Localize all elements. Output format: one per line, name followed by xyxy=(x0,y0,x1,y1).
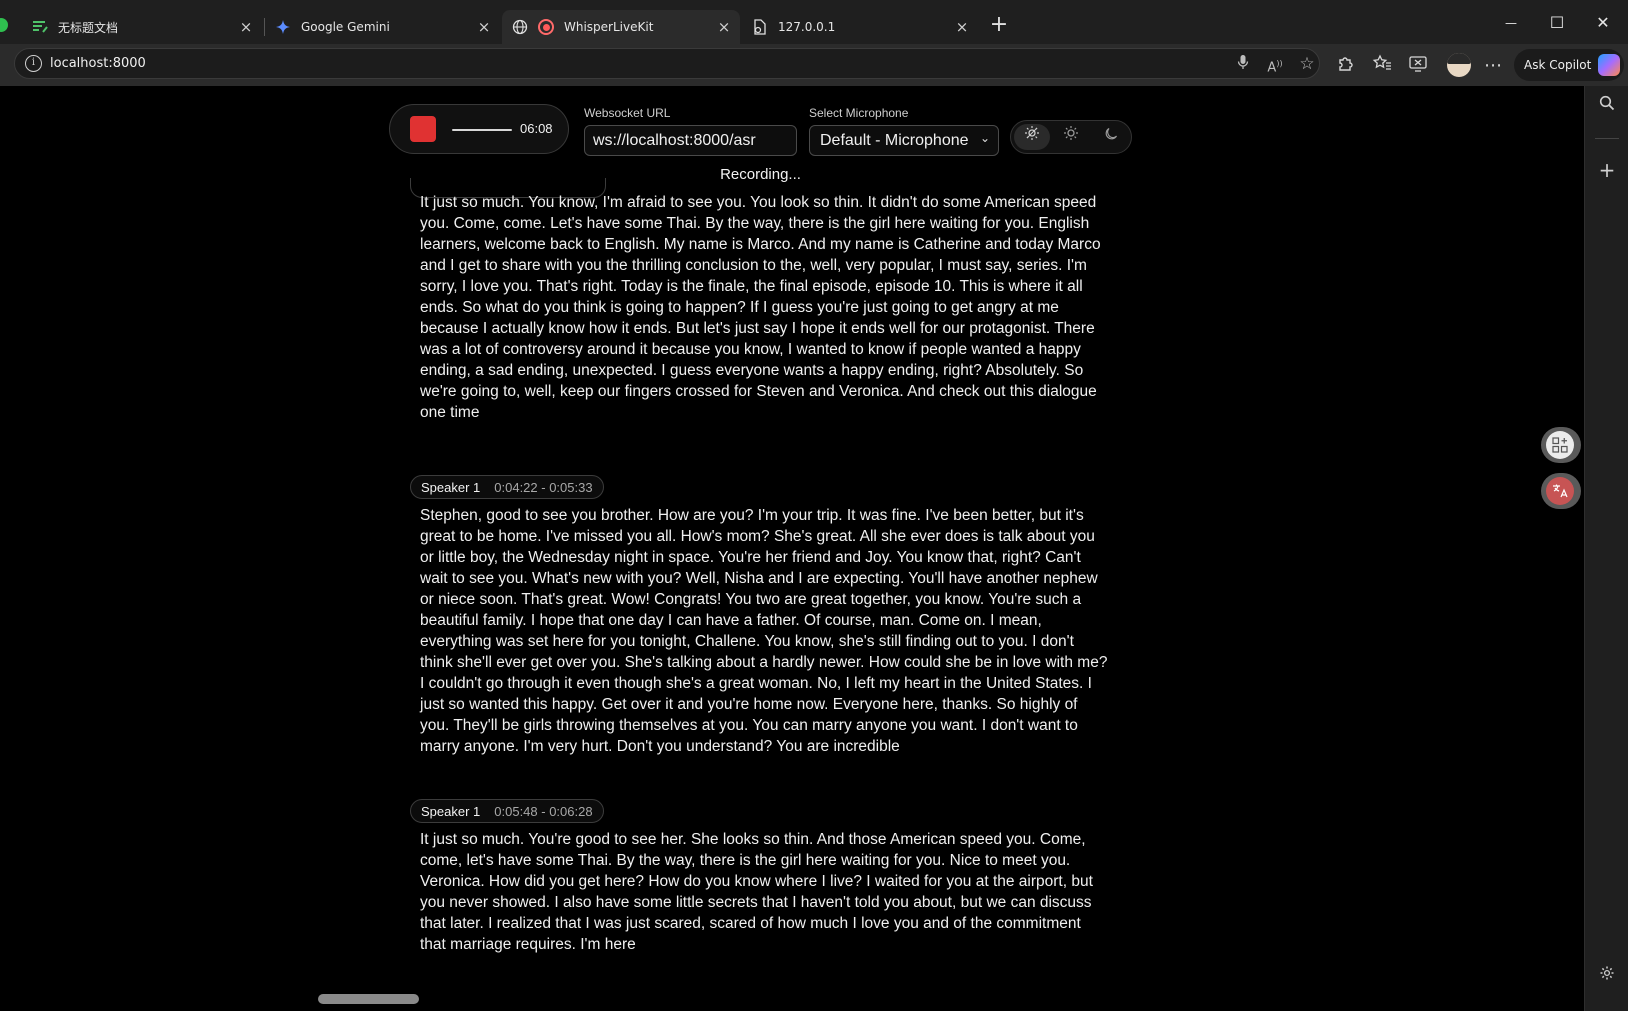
speaker-badge: Speaker 1 0:04:22 - 0:05:33 xyxy=(410,475,604,499)
recorder-control: 06:08 xyxy=(389,104,569,154)
theme-light-button[interactable] xyxy=(1053,124,1089,150)
chevron-down-icon: ⌄ xyxy=(979,131,990,145)
tab-label: 127.0.0.1 xyxy=(778,20,836,34)
theme-dark-button[interactable] xyxy=(1093,124,1129,150)
gear-icon[interactable] xyxy=(1595,964,1619,988)
doc-lines-icon xyxy=(32,19,48,35)
tab-untitled-doc[interactable]: 无标题文档 × xyxy=(22,10,262,44)
minimize-button[interactable]: — xyxy=(1488,8,1534,38)
microphone-label: Select Microphone xyxy=(809,106,909,120)
speaker-name: Speaker 1 xyxy=(421,479,481,495)
tab-label: Google Gemini xyxy=(301,20,390,34)
ask-copilot-button[interactable]: Ask Copilot xyxy=(1514,49,1624,81)
add-icon[interactable]: + xyxy=(1595,158,1619,182)
maximize-button[interactable]: ☐ xyxy=(1534,8,1580,38)
gemini-sparkle-icon xyxy=(275,19,291,35)
close-window-button[interactable]: ✕ xyxy=(1580,8,1626,38)
address-bar[interactable]: i localhost:8000 A)) ☆ xyxy=(14,48,1320,79)
segment-text: Stephen, good to see you brother. How ar… xyxy=(420,507,1108,755)
speaker-name: Speaker 1 xyxy=(421,803,481,819)
edge-sidebar: + xyxy=(1584,86,1628,1011)
tab-whisperlivekit[interactable]: WhisperLiveKit × xyxy=(502,10,740,44)
favorites-icon[interactable] xyxy=(1370,54,1394,78)
screen-capture-icon[interactable] xyxy=(1406,54,1430,78)
tab-google-gemini[interactable]: Google Gemini × xyxy=(265,10,500,44)
tab-localhost-ip[interactable]: 127.0.0.1 × xyxy=(742,10,978,44)
waveform-line xyxy=(452,129,512,131)
recording-status: Recording... xyxy=(720,166,801,183)
close-icon[interactable]: × xyxy=(714,18,734,36)
copilot-logo-icon xyxy=(1598,54,1621,76)
copilot-label: Ask Copilot xyxy=(1524,58,1592,72)
browser-toolbar: i localhost:8000 A)) ☆ ⋯ Ask Copilot xyxy=(0,44,1628,86)
theme-toggle-group xyxy=(1010,120,1132,154)
more-menu-icon[interactable]: ⋯ xyxy=(1481,54,1505,78)
segment-text: It just so much. You know, I'm afraid to… xyxy=(420,194,1101,421)
segment-time-range: 0:04:22 - 0:05:33 xyxy=(494,479,593,495)
close-icon[interactable]: × xyxy=(236,18,256,36)
screenshot-tool-button[interactable] xyxy=(1541,427,1581,463)
sidebar-divider xyxy=(1595,138,1619,139)
globe-icon xyxy=(512,19,528,35)
segment-text: It just so much. You're good to see her.… xyxy=(420,831,1093,953)
recording-indicator-icon xyxy=(538,19,554,35)
tab-label: WhisperLiveKit xyxy=(564,20,654,34)
recording-timer: 06:08 xyxy=(520,121,553,136)
profile-avatar[interactable] xyxy=(1447,53,1471,77)
microphone-select[interactable]: Default - Microphone ⌄ xyxy=(809,125,999,156)
grid-plus-icon xyxy=(1546,431,1574,459)
browser-tab-bar: 无标题文档 × Google Gemini × WhisperLiveKit ×… xyxy=(0,0,1628,44)
whisperlivekit-page: 06:08 Websocket URL Select Microphone De… xyxy=(0,86,1584,1011)
address-url[interactable]: localhost:8000 xyxy=(50,56,146,71)
site-info-icon[interactable]: i xyxy=(25,55,42,72)
extensions-icon[interactable] xyxy=(1333,54,1357,78)
stop-recording-button[interactable] xyxy=(410,116,436,142)
translate-button[interactable] xyxy=(1541,473,1581,509)
microphone-selected-value: Default - Microphone xyxy=(820,131,969,149)
horizontal-scrollbar-thumb[interactable] xyxy=(318,994,419,1004)
segment-time-range: 0:05:48 - 0:06:28 xyxy=(494,803,593,819)
close-icon[interactable]: × xyxy=(952,18,972,36)
page-icon xyxy=(752,19,768,35)
theme-system-button[interactable] xyxy=(1014,124,1050,150)
search-icon[interactable] xyxy=(1595,94,1619,118)
close-icon[interactable]: × xyxy=(474,18,494,36)
speaker-badge: Speaker 1 0:05:48 - 0:06:28 xyxy=(410,799,604,823)
read-aloud-icon[interactable]: A)) xyxy=(1265,54,1285,75)
websocket-url-label: Websocket URL xyxy=(584,106,671,120)
tab-label: 无标题文档 xyxy=(58,20,119,35)
websocket-url-input[interactable] xyxy=(584,125,797,156)
new-tab-button[interactable]: + xyxy=(988,12,1010,40)
tab-actions-icon[interactable] xyxy=(0,18,8,32)
favorite-star-icon[interactable]: ☆ xyxy=(1297,54,1317,74)
translate-icon xyxy=(1546,477,1574,505)
microphone-icon[interactable] xyxy=(1233,54,1253,74)
